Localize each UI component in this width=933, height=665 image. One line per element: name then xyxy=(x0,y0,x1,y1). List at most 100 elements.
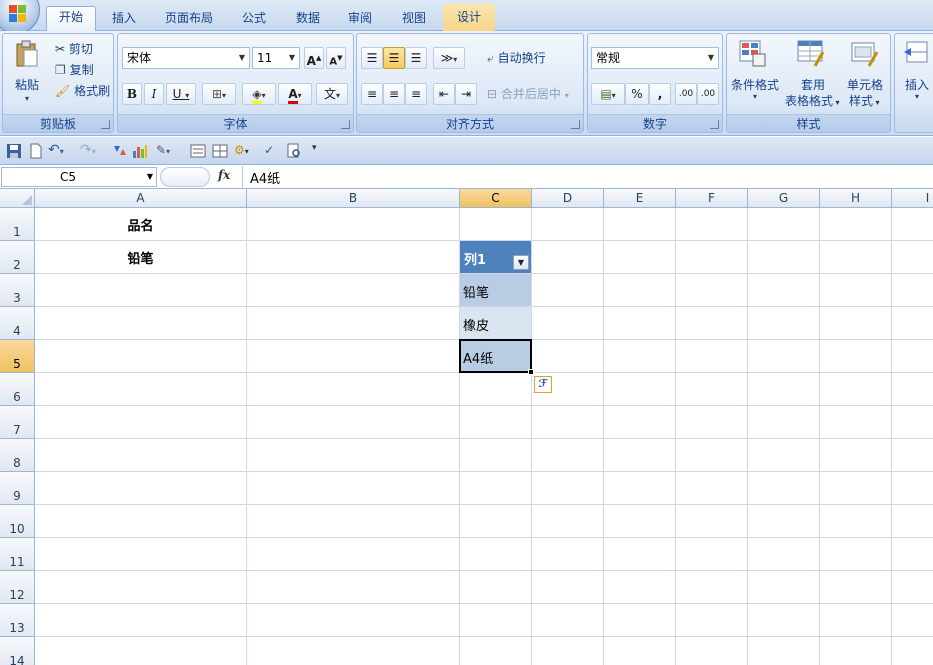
worksheet-grid[interactable]: A B C D E F G H I 1 2 3 4 5 6 7 8 9 10 1… xyxy=(0,189,933,665)
conditional-format-button[interactable]: 条件格式 xyxy=(731,76,779,93)
column-header-d[interactable]: D xyxy=(532,189,604,208)
print-preview-icon[interactable] xyxy=(286,143,302,159)
align-middle-button[interactable]: ☰ xyxy=(383,47,405,69)
tab-design[interactable]: 设计 xyxy=(443,4,495,31)
bold-button[interactable]: B xyxy=(122,83,142,105)
tab-review[interactable]: 审阅 xyxy=(338,8,382,31)
row-header-11[interactable]: 11 xyxy=(0,538,35,571)
align-right-button[interactable]: ≡ xyxy=(405,83,427,105)
spelling-icon[interactable]: ✓ xyxy=(264,143,280,159)
decrease-decimal-button[interactable]: .00 xyxy=(697,83,719,105)
alignment-launcher-icon[interactable] xyxy=(571,120,580,129)
column-header-h[interactable]: H xyxy=(820,189,892,208)
active-cell-c5[interactable]: A4纸 xyxy=(459,339,534,375)
row-header-2[interactable]: 2 xyxy=(0,241,35,274)
font-size-dropdown-icon[interactable]: ▼ xyxy=(287,48,297,68)
filter-dropdown-icon[interactable]: ▼ xyxy=(513,255,529,270)
grow-font-button[interactable]: A▲ xyxy=(304,47,324,69)
table-cell-c4[interactable]: 橡皮 xyxy=(460,307,531,339)
column-header-f[interactable]: F xyxy=(676,189,748,208)
row-header-12[interactable]: 12 xyxy=(0,571,35,604)
border-button[interactable]: ⊞▾ xyxy=(202,83,236,105)
cell-styles-button[interactable]: 样式 ▾ xyxy=(849,92,880,109)
customize-toolbar-icon[interactable]: ▾ xyxy=(312,143,328,159)
autocorrect-options-icon[interactable]: ℱ xyxy=(534,376,552,393)
increase-indent-button[interactable]: ⇥ xyxy=(455,83,477,105)
save-icon[interactable] xyxy=(6,143,22,159)
copy-button[interactable]: ❐ 复制 xyxy=(55,61,94,78)
row-header-9[interactable]: 9 xyxy=(0,472,35,505)
tab-view[interactable]: 视图 xyxy=(392,8,436,31)
paste-button[interactable]: 粘贴 xyxy=(15,76,39,93)
insert-cells-button[interactable]: 插入 xyxy=(905,76,929,93)
tab-home[interactable]: 开始 xyxy=(46,6,96,32)
cell-styles-line1[interactable]: 单元格 xyxy=(847,76,883,93)
number-format-dropdown-icon[interactable]: ▼ xyxy=(706,48,716,68)
shrink-font-button[interactable]: A▼ xyxy=(326,47,346,69)
underline-button[interactable]: U ▾ xyxy=(166,83,196,105)
row-header-4[interactable]: 4 xyxy=(0,307,35,340)
chart-icon[interactable] xyxy=(132,143,148,159)
tab-insert[interactable]: 插入 xyxy=(104,8,144,31)
font-name-combo[interactable]: 宋体 ▼ xyxy=(122,47,250,69)
redo-icon[interactable]: ↷▾ xyxy=(80,143,106,159)
insert-cells-dropdown-icon[interactable]: ▾ xyxy=(915,92,919,101)
name-box-dropdown-icon[interactable]: ▼ xyxy=(147,168,153,186)
row-header-13[interactable]: 13 xyxy=(0,604,35,637)
format-painter-button[interactable]: 🖌 格式刷 xyxy=(55,82,110,99)
row-header-8[interactable]: 8 xyxy=(0,439,35,472)
decrease-indent-button[interactable]: ⇤ xyxy=(433,83,455,105)
paste-dropdown-icon[interactable]: ▾ xyxy=(25,94,29,103)
format-as-table-button[interactable]: 表格格式 ▾ xyxy=(785,92,840,109)
office-button[interactable] xyxy=(0,0,40,34)
number-launcher-icon[interactable] xyxy=(710,120,719,129)
italic-button[interactable]: I xyxy=(144,83,164,105)
column-header-a[interactable]: A xyxy=(35,189,247,208)
align-left-button[interactable]: ≡ xyxy=(361,83,383,105)
currency-button[interactable]: ▤▾ xyxy=(591,83,625,105)
row-header-14[interactable]: 14 xyxy=(0,637,35,665)
form-icon[interactable] xyxy=(190,143,206,159)
align-bottom-button[interactable]: ☰ xyxy=(405,47,427,69)
tab-formulas[interactable]: 公式 xyxy=(232,8,276,31)
align-center-button[interactable]: ≡ xyxy=(383,83,405,105)
format-as-table-line1[interactable]: 套用 xyxy=(801,76,825,93)
increase-decimal-button[interactable]: .00 xyxy=(675,83,697,105)
wrap-text-button[interactable]: ⤶ 自动换行 xyxy=(487,49,546,66)
cut-button[interactable]: ✂ 剪切 xyxy=(55,40,93,57)
font-color-button[interactable]: A▾ xyxy=(278,83,312,105)
table-cell-c3[interactable]: 铅笔 xyxy=(460,274,531,306)
column-header-b[interactable]: B xyxy=(247,189,460,208)
fill-handle[interactable] xyxy=(528,369,534,375)
row-header-1[interactable]: 1 xyxy=(0,208,35,241)
percent-button[interactable]: % xyxy=(625,83,649,105)
sort-icon[interactable] xyxy=(112,143,128,159)
fill-color-button[interactable]: ◈▾ xyxy=(242,83,276,105)
font-launcher-icon[interactable] xyxy=(341,120,350,129)
tab-data[interactable]: 数据 xyxy=(286,8,330,31)
row-header-5[interactable]: 5 xyxy=(0,340,35,373)
align-top-button[interactable]: ☰ xyxy=(361,47,383,69)
merge-center-button[interactable]: ⊟ 合并后居中 ▾ xyxy=(487,85,569,102)
column-header-g[interactable]: G xyxy=(748,189,820,208)
font-name-dropdown-icon[interactable]: ▼ xyxy=(237,48,247,68)
orientation-button[interactable]: ≫▾ xyxy=(433,47,465,69)
column-header-c[interactable]: C xyxy=(460,189,532,208)
formula-bar-handle[interactable] xyxy=(160,167,210,187)
tab-page-layout[interactable]: 页面布局 xyxy=(156,8,222,31)
conditional-format-dropdown-icon[interactable]: ▾ xyxy=(753,92,757,101)
formula-input[interactable]: A4纸 xyxy=(250,168,280,187)
column-header-e[interactable]: E xyxy=(604,189,676,208)
name-box[interactable]: C5 ▼ xyxy=(1,167,157,187)
draw-icon[interactable]: ✎▾ xyxy=(156,143,182,159)
row-header-3[interactable]: 3 xyxy=(0,274,35,307)
column-header-i[interactable]: I xyxy=(892,189,933,208)
clipboard-launcher-icon[interactable] xyxy=(101,120,110,129)
phonetic-button[interactable]: 文▾ xyxy=(316,83,348,105)
cell-a1[interactable]: 品名 xyxy=(35,215,246,234)
table-icon[interactable] xyxy=(212,143,228,159)
comma-button[interactable]: , xyxy=(649,83,671,105)
row-header-7[interactable]: 7 xyxy=(0,406,35,439)
undo-icon[interactable]: ↶▾ xyxy=(48,143,74,159)
font-size-combo[interactable]: 11 ▼ xyxy=(252,47,300,69)
